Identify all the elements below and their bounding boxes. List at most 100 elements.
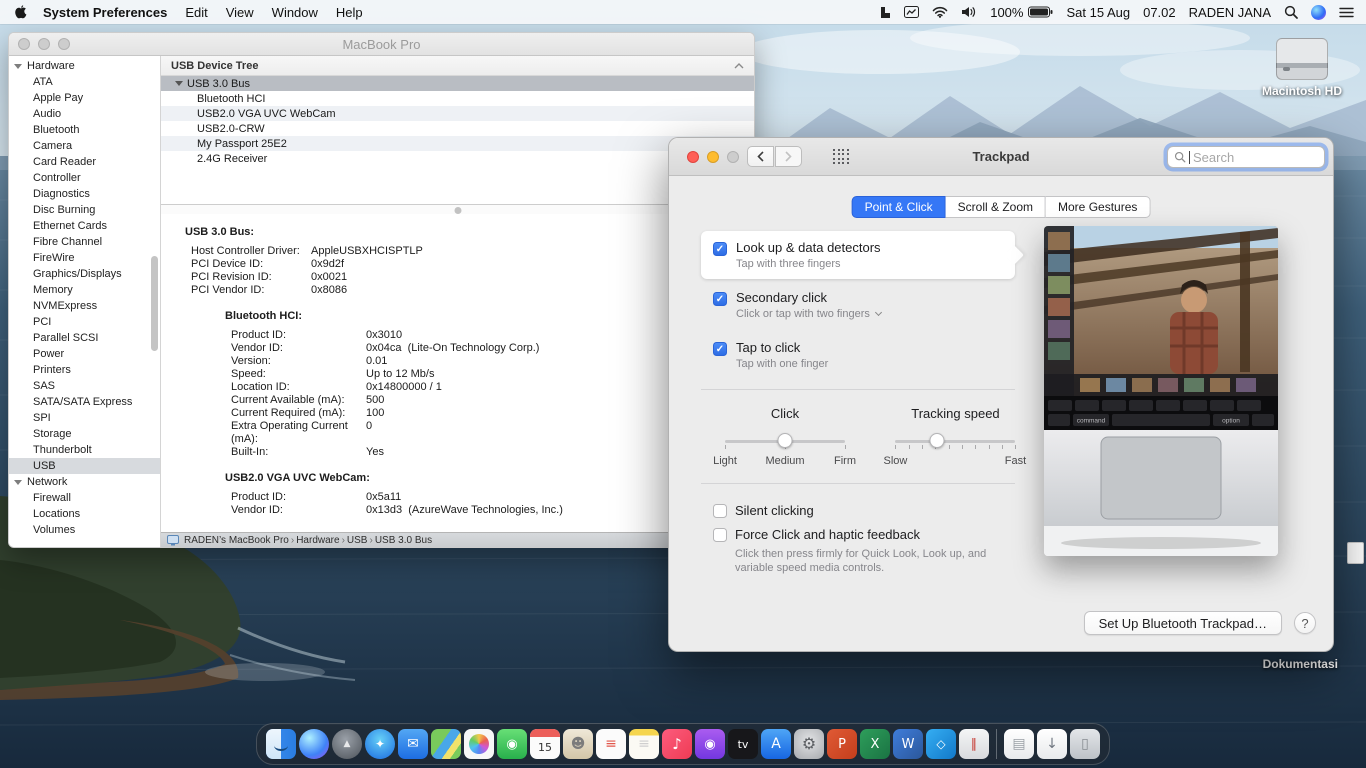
dock-item-documents-stack[interactable]: ▤ [1004, 729, 1034, 759]
checkbox-force-click-and-haptic-feedback[interactable] [713, 528, 727, 542]
tracking-speed-slider[interactable] [895, 433, 1015, 450]
menu-edit[interactable]: Edit [176, 5, 216, 20]
dock-item-podcasts[interactable]: ◉ [695, 729, 725, 759]
menu-help[interactable]: Help [327, 5, 372, 20]
sidebar-item-fibre-channel[interactable]: Fibre Channel [9, 234, 160, 250]
close-button[interactable] [18, 38, 30, 50]
path-crumb-usb-3-0-bus[interactable]: USB 3.0 Bus [375, 535, 432, 546]
dock-item-microsoft-powerpoint[interactable]: P [827, 729, 857, 759]
path-crumb-hardware[interactable]: Hardware [296, 535, 339, 546]
sidebar-item-sata-sata-express[interactable]: SATA/SATA Express [9, 394, 160, 410]
dock-item-photos[interactable] [464, 729, 494, 759]
dropdown-chevron-icon[interactable] [875, 309, 882, 316]
sysinfo-titlebar[interactable]: MacBook Pro [9, 33, 754, 56]
sidebar-item-storage[interactable]: Storage [9, 426, 160, 442]
dock-item-mail[interactable]: ✉ [398, 729, 428, 759]
checkbox-look-up-data-detectors[interactable]: ✓ [713, 242, 727, 256]
sidebar-item-apple-pay[interactable]: Apple Pay [9, 90, 160, 106]
bootcamp-status-icon[interactable] [878, 6, 891, 19]
app-menu-title[interactable]: System Preferences [34, 5, 176, 20]
dock-item-maps[interactable] [431, 729, 461, 759]
macintosh-hd-desktop-icon[interactable]: Macintosh HD [1260, 38, 1344, 98]
sidebar-section-hardware[interactable]: Hardware [9, 58, 160, 74]
dock-item-system-preferences[interactable]: ⚙ [794, 729, 824, 759]
dock-item-downloads-stack[interactable]: ↓ [1037, 729, 1067, 759]
option-silent-clicking[interactable]: Silent clicking [701, 498, 1015, 522]
dock-item-microsoft-excel[interactable]: X [860, 729, 890, 759]
sidebar-item-printers[interactable]: Printers [9, 362, 160, 378]
sidebar-item-firewall[interactable]: Firewall [9, 490, 160, 506]
sidebar-item-locations[interactable]: Locations [9, 506, 160, 522]
dokumentasi-label[interactable]: Dokumentasi [1263, 657, 1338, 671]
sidebar-item-nvmexpress[interactable]: NVMExpress [9, 298, 160, 314]
tree-row-usb-3-0-bus[interactable]: USB 3.0 Bus [161, 76, 754, 91]
dock-item-app-store[interactable]: A [761, 729, 791, 759]
sidebar-item-controller[interactable]: Controller [9, 170, 160, 186]
sidebar-item-memory[interactable]: Memory [9, 282, 160, 298]
sidebar-item-disc-burning[interactable]: Disc Burning [9, 202, 160, 218]
tree-row-usb2-0-vga-uvc-webcam[interactable]: USB2.0 VGA UVC WebCam [161, 106, 754, 121]
forward-button[interactable] [775, 146, 802, 167]
sidebar-item-ethernet-cards[interactable]: Ethernet Cards [9, 218, 160, 234]
sidebar-item-firewire[interactable]: FireWire [9, 250, 160, 266]
dock-item-contacts[interactable]: ☻ [563, 729, 593, 759]
dock-item-launchpad[interactable]: ▲ [332, 729, 362, 759]
sidebar-item-power[interactable]: Power [9, 346, 160, 362]
wifi-icon[interactable] [932, 6, 948, 18]
apple-menu[interactable] [14, 4, 28, 20]
slider-thumb[interactable] [930, 433, 945, 448]
tree-row-usb2-0-crw[interactable]: USB2.0-CRW [161, 121, 754, 136]
dock-item-reminders[interactable]: ≡ [596, 729, 626, 759]
activity-status-icon[interactable] [904, 6, 919, 18]
tab-point-click[interactable]: Point & Click [852, 196, 946, 218]
sidebar-item-usb[interactable]: USB [9, 458, 160, 474]
sidebar-item-volumes[interactable]: Volumes [9, 522, 160, 538]
battery-status[interactable]: 100% [990, 5, 1053, 20]
sidebar-item-sas[interactable]: SAS [9, 378, 160, 394]
dock-item-siri[interactable] [299, 729, 329, 759]
tree-row-2-4g-receiver[interactable]: 2.4G Receiver [161, 151, 754, 166]
back-button[interactable] [747, 146, 774, 167]
fast-user-switch-menu[interactable]: RADEN JANA [1189, 5, 1271, 20]
sidebar-scrollbar[interactable] [151, 256, 158, 351]
tab-more-gestures[interactable]: More Gestures [1046, 196, 1150, 218]
checkbox-secondary-click[interactable]: ✓ [713, 292, 727, 306]
checkbox-silent-clicking[interactable] [713, 504, 727, 518]
zoom-button[interactable] [58, 38, 70, 50]
sidebar-item-pci[interactable]: PCI [9, 314, 160, 330]
close-button[interactable] [687, 151, 699, 163]
option-secondary-click[interactable]: ✓Secondary clickClick or tap with two fi… [701, 281, 1015, 329]
sidebar-item-graphics-displays[interactable]: Graphics/Displays [9, 266, 160, 282]
menu-bar-time[interactable]: 07.02 [1143, 5, 1176, 20]
pane-splitter[interactable] [161, 204, 754, 214]
checkbox-tap-to-click[interactable]: ✓ [713, 342, 727, 356]
volume-icon[interactable] [961, 6, 977, 18]
dock-item-safari[interactable]: ✦ [365, 729, 395, 759]
option-force-click-and-haptic-feedback[interactable]: Force Click and haptic feedback [701, 522, 1015, 546]
dock-item-facetime[interactable]: ◉ [497, 729, 527, 759]
sidebar-item-card-reader[interactable]: Card Reader [9, 154, 160, 170]
option-look-up-data-detectors[interactable]: ✓Look up & data detectorsTap with three … [701, 231, 1015, 279]
sidebar-item-camera[interactable]: Camera [9, 138, 160, 154]
collapse-chevron-icon[interactable] [734, 63, 744, 69]
dock-item-music[interactable]: ♪ [662, 729, 692, 759]
minimize-button[interactable] [707, 151, 719, 163]
show-all-preferences-button[interactable] [833, 149, 849, 164]
desktop-document-icon[interactable] [1347, 542, 1364, 564]
slider-thumb[interactable] [778, 433, 793, 448]
disclosure-triangle-icon[interactable] [175, 81, 183, 86]
menu-bar-date[interactable]: Sat 15 Aug [1066, 5, 1130, 20]
sidebar-section-network[interactable]: Network [9, 474, 160, 490]
sidebar-item-parallel-scsi[interactable]: Parallel SCSI [9, 330, 160, 346]
dock-item-visual-studio-code[interactable]: ◇ [926, 729, 956, 759]
path-crumb-usb[interactable]: USB [347, 535, 368, 546]
sidebar-item-ata[interactable]: ATA [9, 74, 160, 90]
sidebar-item-bluetooth[interactable]: Bluetooth [9, 122, 160, 138]
zoom-button[interactable] [727, 151, 739, 163]
dock-item-finder[interactable] [266, 729, 296, 759]
minimize-button[interactable] [38, 38, 50, 50]
search-input[interactable]: Search [1167, 146, 1325, 168]
dock-item-calendar[interactable]: 15 [530, 729, 560, 759]
trackpad-titlebar[interactable]: Trackpad Search [669, 138, 1333, 176]
spotlight-icon[interactable] [1284, 5, 1298, 19]
